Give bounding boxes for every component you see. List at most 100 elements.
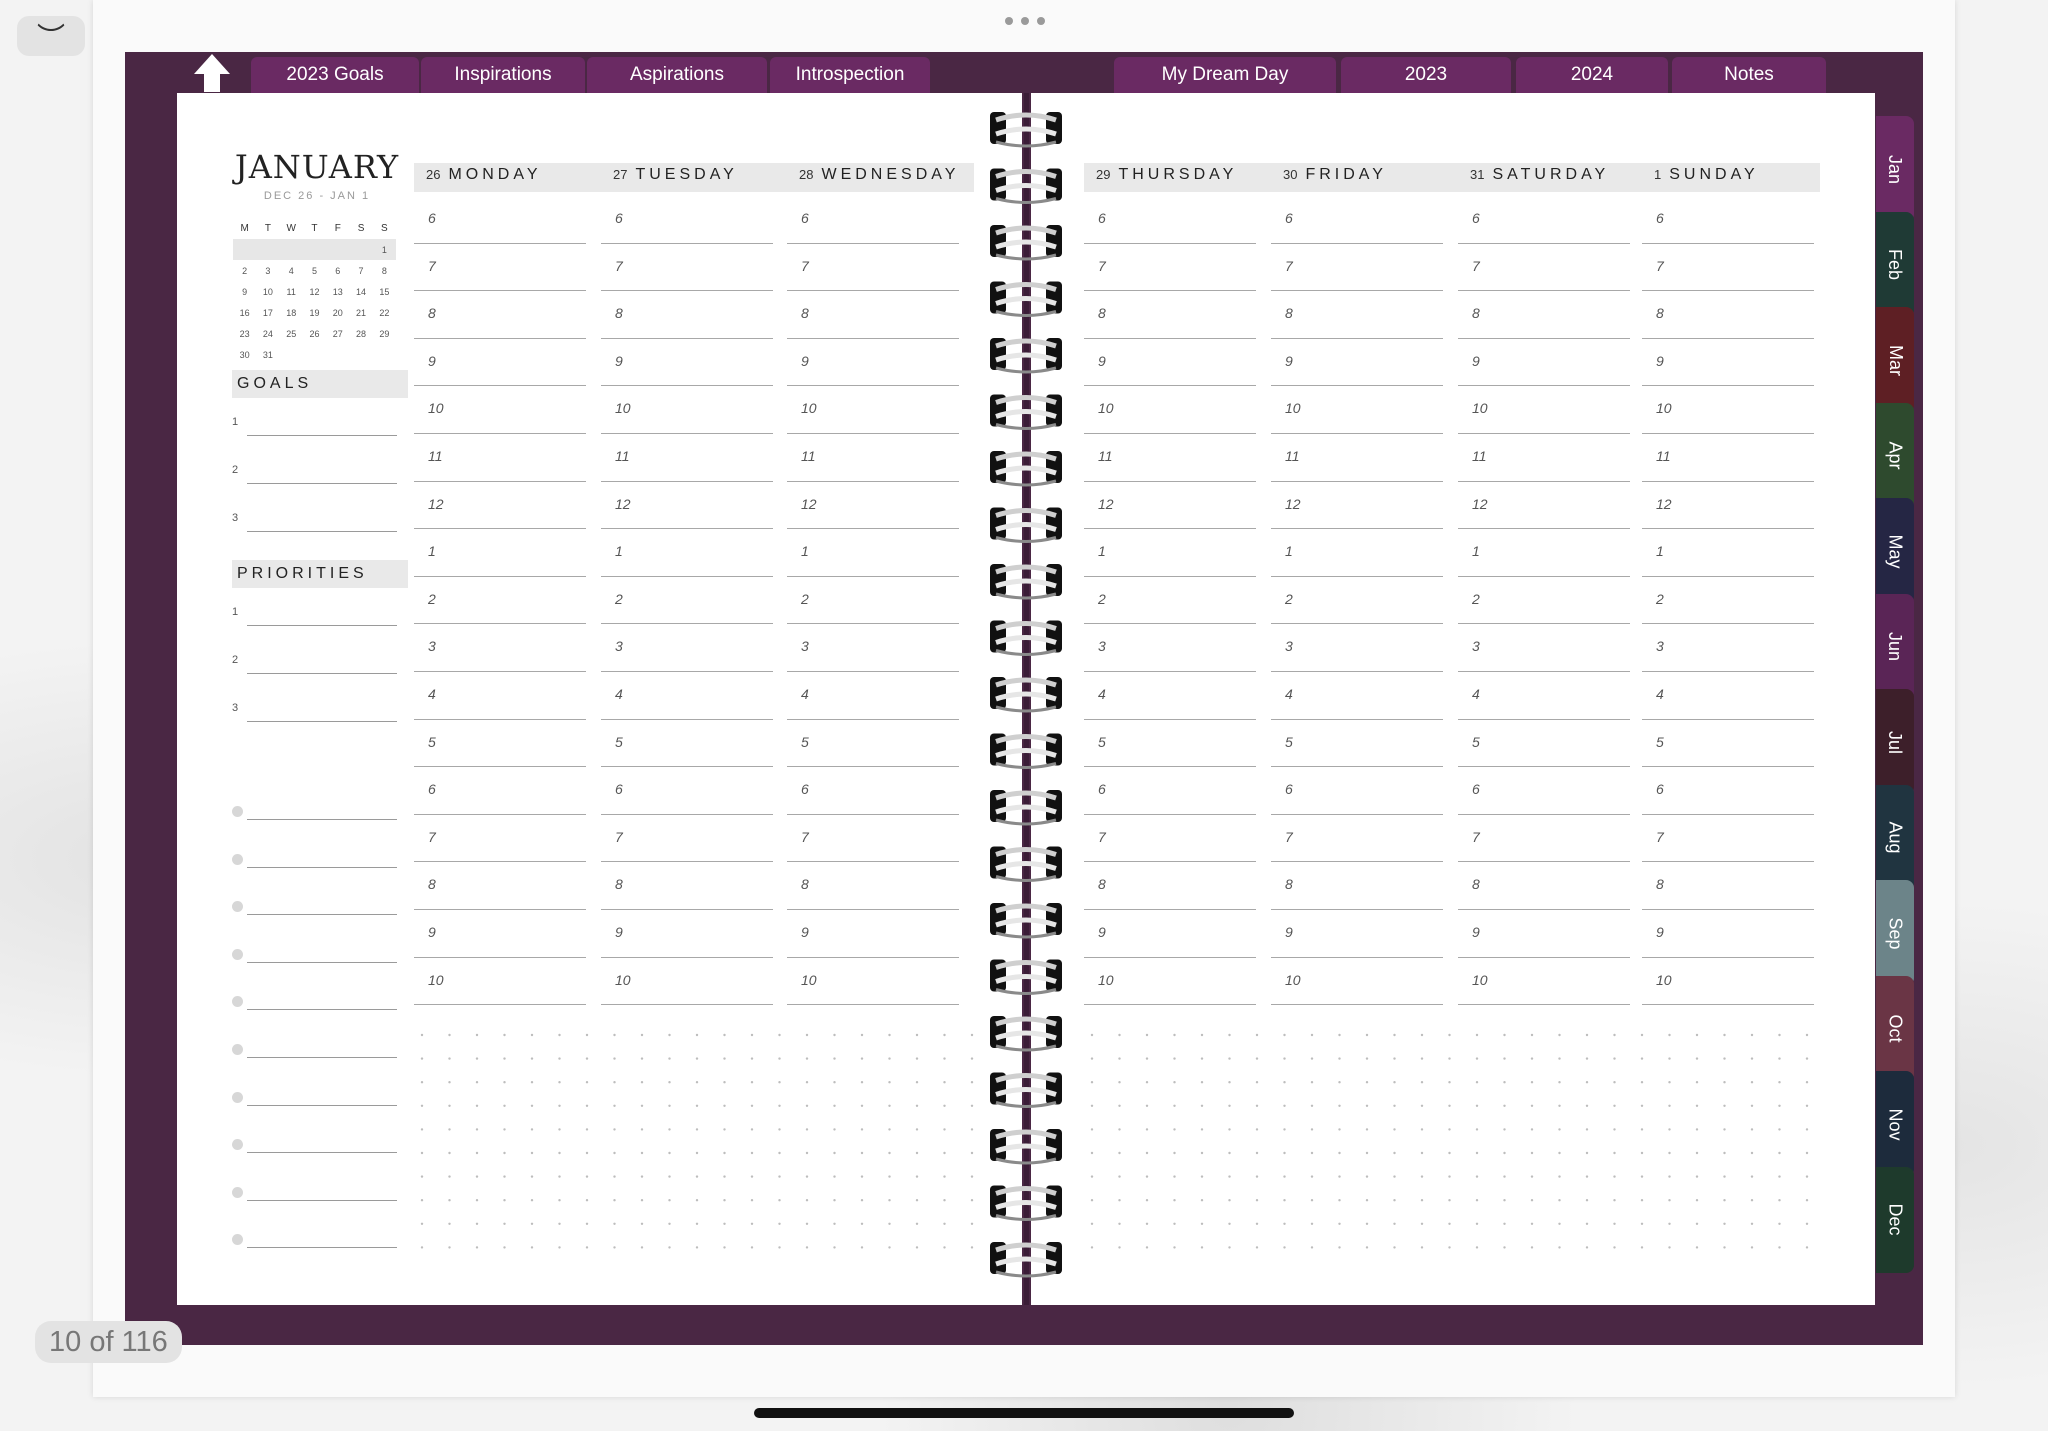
hour-slot[interactable]: 10	[1642, 386, 1814, 434]
multitask-handle[interactable]	[1005, 14, 1045, 28]
mini-calendar-day[interactable]: 13	[326, 287, 349, 297]
top-tab-2024[interactable]: 2024	[1516, 57, 1668, 93]
hour-slot[interactable]: 11	[1458, 434, 1630, 482]
mini-calendar-day[interactable]: 15	[373, 287, 396, 297]
hour-slot[interactable]: 7	[414, 244, 586, 292]
hour-slot[interactable]: 5	[414, 720, 586, 768]
month-tab-apr[interactable]: Apr	[1876, 402, 1914, 509]
hour-slot[interactable]: 4	[1458, 672, 1630, 720]
hour-slot[interactable]: 8	[414, 862, 586, 910]
month-tab-feb[interactable]: Feb	[1876, 211, 1914, 318]
mini-calendar-day[interactable]: 31	[256, 350, 279, 360]
collapse-toolbar-button[interactable]: ︶	[17, 16, 85, 56]
hour-slot[interactable]: 9	[1642, 339, 1814, 387]
hour-slot[interactable]: 11	[1271, 434, 1443, 482]
hour-slot[interactable]: 3	[1084, 624, 1256, 672]
month-tab-sep[interactable]: Sep	[1876, 880, 1914, 986]
hour-slot[interactable]: 5	[1271, 720, 1443, 768]
top-tab-introspection[interactable]: Introspection	[770, 57, 930, 93]
hour-slot[interactable]: 8	[414, 291, 586, 339]
mini-calendar-day[interactable]: 14	[349, 287, 372, 297]
mini-calendar-day[interactable]: 11	[280, 287, 303, 297]
hour-slot[interactable]: 10	[1458, 958, 1630, 1006]
hour-slot[interactable]: 10	[1271, 386, 1443, 434]
hour-slot[interactable]: 7	[1642, 244, 1814, 292]
hour-slot[interactable]: 6	[1271, 196, 1443, 244]
hour-slot[interactable]: 6	[1084, 196, 1256, 244]
hour-slot[interactable]: 6	[1642, 767, 1814, 815]
hour-slot[interactable]: 8	[787, 291, 959, 339]
hour-slot[interactable]: 2	[601, 577, 773, 625]
hour-slot[interactable]: 7	[414, 815, 586, 863]
hour-slot[interactable]: 7	[1271, 815, 1443, 863]
hour-slot[interactable]: 10	[414, 958, 586, 1006]
mini-calendar-day[interactable]: 26	[303, 329, 326, 339]
hour-slot[interactable]: 9	[1458, 339, 1630, 387]
hour-slot[interactable]: 7	[787, 244, 959, 292]
hour-slot[interactable]: 9	[1458, 910, 1630, 958]
mini-calendar-day[interactable]: 3	[256, 266, 279, 276]
hour-slot[interactable]: 8	[1271, 291, 1443, 339]
hour-slot[interactable]: 8	[601, 862, 773, 910]
hour-slot[interactable]: 1	[787, 529, 959, 577]
hour-slot[interactable]: 6	[1642, 196, 1814, 244]
goal-line-2[interactable]: 2	[232, 464, 397, 484]
hour-slot[interactable]: 12	[414, 482, 586, 530]
hour-slot[interactable]: 6	[601, 196, 773, 244]
hour-slot[interactable]: 8	[1642, 291, 1814, 339]
month-tab-may[interactable]: May	[1876, 498, 1914, 604]
hour-slot[interactable]: 7	[1084, 815, 1256, 863]
hour-slot[interactable]: 1	[1458, 529, 1630, 577]
hour-slot[interactable]: 8	[1458, 291, 1630, 339]
hour-slot[interactable]: 2	[1084, 577, 1256, 625]
hour-slot[interactable]: 11	[601, 434, 773, 482]
hour-slot[interactable]: 6	[601, 767, 773, 815]
mini-calendar-day[interactable]: 6	[326, 266, 349, 276]
hour-slot[interactable]: 2	[1642, 577, 1814, 625]
month-tab-nov[interactable]: Nov	[1876, 1071, 1914, 1177]
hour-slot[interactable]: 2	[414, 577, 586, 625]
bullet-line[interactable]	[232, 1038, 397, 1058]
hour-slot[interactable]: 2	[1271, 577, 1443, 625]
mini-calendar-day[interactable]: 20	[326, 308, 349, 318]
priority-line-2[interactable]: 2	[232, 654, 397, 674]
hour-slot[interactable]: 6	[787, 767, 959, 815]
hour-slot[interactable]: 7	[1642, 815, 1814, 863]
hour-slot[interactable]: 1	[1642, 529, 1814, 577]
hour-slot[interactable]: 2	[787, 577, 959, 625]
hour-slot[interactable]: 10	[601, 386, 773, 434]
month-tab-dec[interactable]: Dec	[1876, 1166, 1914, 1273]
mini-calendar-day[interactable]: 27	[326, 329, 349, 339]
bullet-line[interactable]	[232, 1228, 397, 1249]
bullet-line[interactable]	[232, 1133, 397, 1154]
hour-slot[interactable]: 11	[1084, 434, 1256, 482]
top-tab-2023-goals[interactable]: 2023 Goals	[251, 57, 419, 93]
hour-slot[interactable]: 7	[1458, 244, 1630, 292]
hour-slot[interactable]: 10	[787, 386, 959, 434]
hour-slot[interactable]: 12	[1271, 482, 1443, 530]
hour-slot[interactable]: 6	[1458, 196, 1630, 244]
mini-calendar-day[interactable]: 22	[373, 308, 396, 318]
hour-slot[interactable]: 6	[1458, 767, 1630, 815]
month-tab-oct[interactable]: Oct	[1876, 975, 1914, 1082]
hour-slot[interactable]: 2	[1458, 577, 1630, 625]
bullet-line[interactable]	[232, 848, 397, 868]
month-tab-jun[interactable]: Jun	[1876, 593, 1914, 700]
mini-calendar-day[interactable]: 23	[233, 329, 256, 339]
hour-slot[interactable]: 10	[1271, 958, 1443, 1006]
hour-slot[interactable]: 4	[414, 672, 586, 720]
mini-calendar-day[interactable]: 4	[280, 266, 303, 276]
top-tab-inspirations[interactable]: Inspirations	[421, 57, 585, 93]
mini-calendar-day[interactable]: 9	[233, 287, 256, 297]
priority-line-3[interactable]: 3	[232, 702, 397, 722]
hour-slot[interactable]: 6	[414, 767, 586, 815]
bullet-line[interactable]	[232, 1181, 397, 1201]
mini-calendar-day[interactable]: 29	[373, 329, 396, 339]
hour-slot[interactable]: 1	[1271, 529, 1443, 577]
hour-slot[interactable]: 7	[1084, 244, 1256, 292]
bullet-line[interactable]	[232, 800, 397, 820]
hour-slot[interactable]: 9	[1084, 910, 1256, 958]
goal-line-1[interactable]: 1	[232, 416, 397, 436]
top-tab-2023[interactable]: 2023	[1341, 57, 1511, 93]
mini-calendar-day[interactable]: 21	[349, 308, 372, 318]
